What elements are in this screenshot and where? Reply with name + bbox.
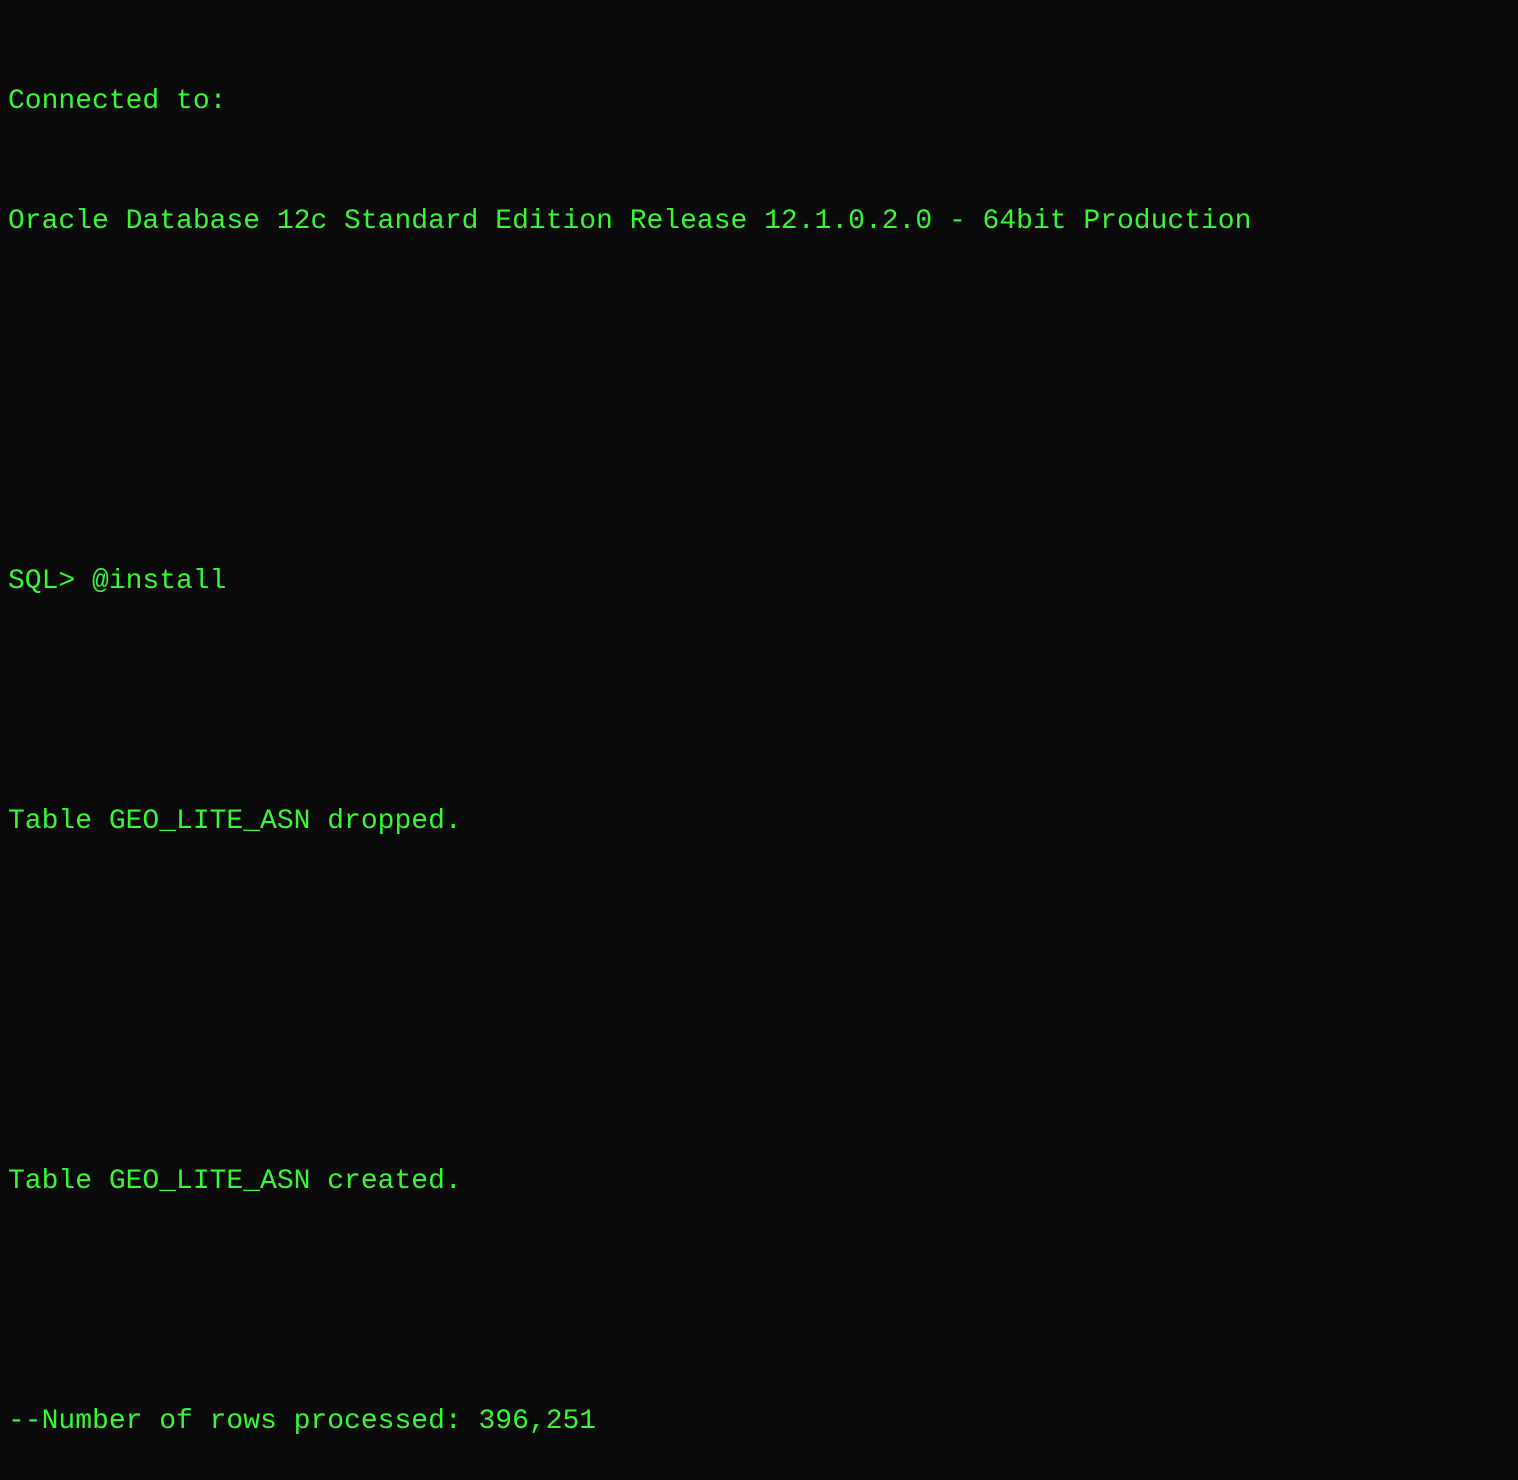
terminal-line: Table GEO_LITE_ASN created. — [8, 1162, 1510, 1202]
terminal-line — [8, 442, 1510, 482]
terminal-line — [8, 922, 1510, 962]
terminal-line: Connected to: — [8, 82, 1510, 122]
terminal-line — [8, 682, 1510, 722]
terminal-line: --Number of rows processed: 396,251 — [8, 1402, 1510, 1442]
terminal-line — [8, 322, 1510, 362]
terminal-output[interactable]: Connected to: Oracle Database 12c Standa… — [0, 0, 1518, 1480]
terminal-line: Table GEO_LITE_ASN dropped. — [8, 802, 1510, 842]
terminal-line — [8, 1042, 1510, 1082]
terminal-line — [8, 1282, 1510, 1322]
terminal-line: Oracle Database 12c Standard Edition Rel… — [8, 202, 1510, 242]
terminal-prompt-line: SQL> @install — [8, 562, 1510, 602]
